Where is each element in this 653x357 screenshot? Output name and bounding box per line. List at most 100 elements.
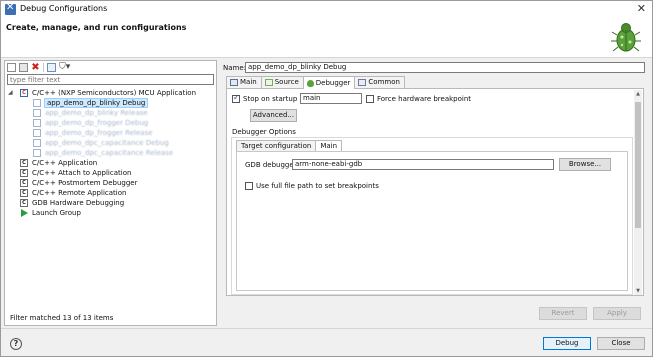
config-tabs: Main Source Debugger Common xyxy=(226,76,405,89)
config-tree: ◢ C C/C++ (NXP Semiconductors) MCU Appli… xyxy=(5,88,216,218)
dialog-footer: ? Debug Close xyxy=(1,328,652,356)
tree-item-label: app_demo_dp_blinky Release xyxy=(45,109,148,117)
debugger-options-label: Debugger Options xyxy=(232,128,296,136)
toolbar-divider xyxy=(43,62,44,72)
inner-main-panel: GDB debugger: arm-none-eabi-gdb Browse..… xyxy=(236,151,628,291)
browse-button[interactable]: Browse... xyxy=(559,158,611,171)
source-tab-icon xyxy=(264,79,273,86)
filter-status: Filter matched 13 of 13 items xyxy=(10,314,114,322)
expand-chevron-icon[interactable]: ◢ xyxy=(8,88,13,98)
c-config-icon: C xyxy=(20,179,28,187)
header-title: Create, manage, and run configurations xyxy=(6,23,187,32)
tree-item-label: C/C++ Application xyxy=(32,159,98,167)
tree-item-blurred[interactable]: app_demo_dpc_capacitance Release xyxy=(5,148,216,158)
c-config-icon xyxy=(33,129,41,137)
tab-target-configuration[interactable]: Target configuration xyxy=(236,140,317,151)
tree-item-label: C/C++ Postmortem Debugger xyxy=(32,179,138,187)
tree-item-c-remote[interactable]: C C/C++ Remote Application xyxy=(5,188,216,198)
tab-label: Common xyxy=(368,78,400,86)
bug-icon xyxy=(611,23,641,52)
stop-on-startup-field[interactable]: main xyxy=(300,93,362,104)
tab-inner-main[interactable]: Main xyxy=(315,140,343,151)
delete-config-icon[interactable]: ✖ xyxy=(31,62,40,72)
c-config-icon xyxy=(33,99,41,107)
stop-on-startup-checkbox[interactable] xyxy=(232,93,240,103)
revert-button[interactable]: Revert xyxy=(539,307,587,320)
tree-item-label: app_demo_dp_frogger Release xyxy=(45,129,153,137)
tree-item-blurred[interactable]: app_demo_dpc_capacitance Debug xyxy=(5,138,216,148)
gdb-debugger-label: GDB debugger: xyxy=(245,161,299,169)
common-tab-icon xyxy=(358,79,367,86)
tree-item-label: C/C++ Remote Application xyxy=(32,189,127,197)
c-config-icon: C xyxy=(20,199,28,207)
tree-item-blurred[interactable]: app_demo_dp_blinky Release xyxy=(5,108,216,118)
c-config-icon xyxy=(33,119,41,127)
app-icon xyxy=(5,2,16,15)
tab-source[interactable]: Source xyxy=(260,76,304,88)
tree-item-c-attach[interactable]: C C/C++ Attach to Application xyxy=(5,168,216,178)
c-config-icon xyxy=(33,149,41,157)
advanced-button[interactable]: Advanced... xyxy=(250,109,297,122)
tree-item-label: C/C++ Attach to Application xyxy=(32,169,132,177)
debug-configurations-window: Debug Configurations ✕ Create, manage, a… xyxy=(0,0,653,357)
collapse-all-icon[interactable] xyxy=(47,62,56,72)
configuration-list-pane: ✖ ⛉▾ ◢ C C/C++ (NXP Semiconductors) MCU … xyxy=(4,60,217,326)
full-path-label: Use full file path to set breakpoints xyxy=(256,182,379,190)
tab-common[interactable]: Common xyxy=(354,76,405,88)
tree-item-label: Launch Group xyxy=(32,209,81,217)
help-icon[interactable]: ? xyxy=(10,338,22,350)
config-name-field[interactable]: app_demo_dp_blinky Debug xyxy=(245,62,645,73)
tree-item-label: C/C++ (NXP Semiconductors) MCU Applicati… xyxy=(32,89,197,97)
tab-label: Main xyxy=(240,78,257,86)
c-config-icon: C xyxy=(20,169,28,177)
gdb-debugger-field[interactable]: arm-none-eabi-gdb xyxy=(292,159,554,170)
c-config-icon: C xyxy=(20,89,28,97)
tree-item-blurred[interactable]: app_demo_dp_frogger Debug xyxy=(5,118,216,128)
duplicate-config-icon[interactable] xyxy=(19,62,28,72)
main-tab-icon xyxy=(230,79,238,86)
tree-item-label: app_demo_dpc_capacitance Release xyxy=(45,149,174,157)
close-window-icon[interactable]: ✕ xyxy=(637,2,646,15)
tree-item-label: app_demo_dp_frogger Debug xyxy=(45,119,149,127)
launch-group-icon xyxy=(21,209,28,217)
tab-main[interactable]: Main xyxy=(226,76,262,88)
tab-label: Source xyxy=(274,78,299,86)
title-bar: Debug Configurations ✕ xyxy=(1,1,652,18)
tree-item-gdb-hardware[interactable]: C GDB Hardware Debugging xyxy=(5,198,216,208)
configuration-editor-pane: Name: app_demo_dp_blinky Debug Main Sour… xyxy=(221,60,649,326)
tab-debugger[interactable]: Debugger xyxy=(302,76,356,89)
scroll-thumb[interactable] xyxy=(635,102,641,228)
debug-button[interactable]: Debug xyxy=(543,337,591,350)
tree-item-label: GDB Hardware Debugging xyxy=(32,199,125,207)
tree-item-c-postmortem[interactable]: C C/C++ Postmortem Debugger xyxy=(5,178,216,188)
c-config-icon: C xyxy=(20,189,28,197)
debugger-options-group: Target configuration Main GDB debugger: … xyxy=(231,137,633,295)
stop-on-startup-label: Stop on startup at: xyxy=(243,95,309,103)
c-config-icon xyxy=(33,109,41,117)
scroll-up-icon[interactable]: ▲ xyxy=(634,90,642,98)
scroll-down-icon[interactable]: ▼ xyxy=(634,287,642,295)
force-hw-breakpoint-checkbox[interactable] xyxy=(366,95,374,103)
debugger-options-tabs: Target configuration Main xyxy=(236,140,343,151)
vertical-scrollbar[interactable]: ▲ ▼ xyxy=(634,90,642,295)
filter-icon[interactable]: ⛉▾ xyxy=(59,62,73,72)
force-hw-breakpoint-label: Force hardware breakpoint xyxy=(377,95,472,103)
c-config-icon: C xyxy=(20,159,28,167)
name-label: Name: xyxy=(223,64,247,72)
close-button[interactable]: Close xyxy=(597,337,645,350)
new-config-icon[interactable] xyxy=(7,62,16,72)
tree-item-label: app_demo_dpc_capacitance Debug xyxy=(45,139,169,147)
tree-item-blurred[interactable]: app_demo_dp_frogger Release xyxy=(5,128,216,138)
tree-item-c-application[interactable]: C C/C++ Application xyxy=(5,158,216,168)
filter-input[interactable] xyxy=(7,74,214,85)
tree-item-mcu-application[interactable]: ◢ C C/C++ (NXP Semiconductors) MCU Appli… xyxy=(5,88,216,98)
dialog-header: Create, manage, and run configurations xyxy=(1,18,652,58)
tree-item-blinky-debug[interactable]: app_demo_dp_blinky Debug xyxy=(5,98,216,108)
apply-button[interactable]: Apply xyxy=(593,307,641,320)
bug-icon xyxy=(306,79,314,87)
full-path-checkbox[interactable] xyxy=(245,182,253,190)
tree-item-launch-group[interactable]: Launch Group xyxy=(5,208,216,218)
config-toolbar: ✖ ⛉▾ xyxy=(7,62,73,72)
tree-item-label: app_demo_dp_blinky Debug xyxy=(44,98,149,108)
debugger-tab-panel: Stop on startup at: main Force hardware … xyxy=(226,88,644,296)
